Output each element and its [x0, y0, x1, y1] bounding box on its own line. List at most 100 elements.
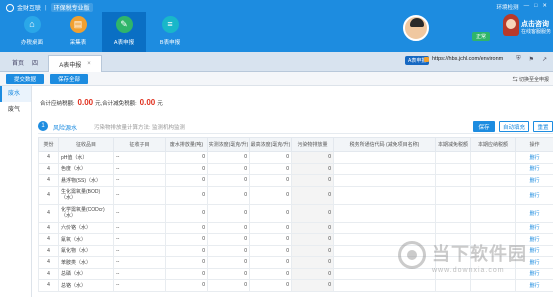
max-conc-cell[interactable]: 0 [249, 203, 292, 223]
reduction-code-cell[interactable] [333, 221, 436, 234]
sub-item-cell[interactable]: -- [113, 162, 166, 175]
delete-row-link[interactable]: 删行 [515, 185, 553, 205]
measured-conc-cell[interactable]: 0 [207, 279, 250, 292]
delete-row-link[interactable]: 删行 [515, 151, 553, 164]
auto-fill-button[interactable]: 自动填充 [499, 121, 529, 132]
type-cell: 4 [38, 162, 59, 175]
reduction-code-cell[interactable] [333, 162, 436, 175]
reduction-code-cell[interactable] [333, 151, 436, 164]
measured-conc-cell[interactable]: 0 [207, 162, 250, 175]
shield-icon[interactable]: ⛨ [516, 56, 521, 63]
nav-icon: ▤ [69, 16, 87, 33]
discharge-cell[interactable]: 0 [165, 162, 208, 175]
submit-data-button[interactable]: 提交数据 [6, 74, 44, 84]
max-conc-cell[interactable]: 0 [249, 221, 292, 234]
max-conc-cell[interactable]: 0 [249, 174, 292, 187]
sidebar-item-1[interactable]: 废气 [0, 102, 31, 118]
max-conc-cell[interactable]: 0 [249, 267, 292, 280]
sub-item-cell[interactable]: -- [113, 203, 166, 223]
delete-row-link[interactable]: 删行 [515, 221, 553, 234]
discharge-cell[interactable]: 0 [165, 267, 208, 280]
tab-close-icon[interactable]: × [87, 61, 91, 67]
edition-label: 环保税专业版 [50, 3, 93, 12]
discharge-cell[interactable]: 0 [165, 151, 208, 164]
max-conc-cell[interactable]: 0 [249, 279, 292, 292]
discharge-cell[interactable]: 0 [165, 221, 208, 234]
payable-amount-cell [470, 203, 516, 223]
max-conc-cell[interactable]: 0 [249, 256, 292, 269]
sub-item-cell[interactable]: -- [113, 267, 166, 280]
measured-conc-cell[interactable]: 0 [207, 267, 250, 280]
reduction-code-cell[interactable] [333, 203, 436, 223]
max-conc-cell[interactable]: 0 [249, 185, 292, 205]
reset-button[interactable]: 重置 [533, 121, 553, 132]
save-all-button[interactable]: 保存全部 [50, 74, 88, 84]
payable-amount-cell [470, 174, 516, 187]
close-icon[interactable]: ✕ [542, 3, 547, 11]
minimize-icon[interactable]: — [524, 3, 530, 11]
help-link[interactable]: 环境检测 [497, 3, 519, 11]
measured-conc-cell[interactable]: 0 [207, 174, 250, 187]
sub-item-cell[interactable]: -- [113, 279, 166, 292]
sidebar-item-0[interactable]: 废水 [0, 86, 31, 102]
sub-item-cell[interactable]: -- [113, 185, 166, 205]
sub-item-cell[interactable]: -- [113, 174, 166, 187]
flag-icon[interactable]: ⚑ [529, 56, 534, 63]
pollutant-amount-cell: 0 [291, 203, 334, 223]
nav-item-1[interactable]: ▤ 采集表 [56, 12, 100, 52]
sub-item-cell[interactable]: -- [113, 221, 166, 234]
measured-conc-cell[interactable]: 0 [207, 256, 250, 269]
max-conc-cell[interactable]: 0 [249, 151, 292, 164]
measured-conc-cell[interactable]: 0 [207, 203, 250, 223]
delete-row-link[interactable]: 删行 [515, 174, 553, 187]
column-header: 类份 [38, 137, 59, 152]
discharge-cell[interactable]: 0 [165, 203, 208, 223]
reduction-code-cell[interactable] [333, 174, 436, 187]
max-conc-cell[interactable]: 0 [249, 233, 292, 246]
reduction-label: 合计减免税额: [102, 101, 137, 107]
column-header: 废水排放量(吨) [165, 137, 208, 152]
measured-conc-cell[interactable]: 0 [207, 244, 250, 257]
pollutant-amount-cell: 0 [291, 279, 334, 292]
url-text[interactable]: https://hbs.jchl.com/environm [432, 56, 503, 62]
customer-service-banner[interactable]: 点击咨询 在线客服服务 [500, 13, 553, 52]
sub-item-cell[interactable]: -- [113, 233, 166, 246]
tab-prev[interactable]: 四 [32, 58, 38, 67]
nav-item-2[interactable]: ✎ A表申报 [102, 12, 146, 52]
sub-item-cell[interactable]: -- [113, 244, 166, 257]
nav-item-3[interactable]: ≡ B表申报 [148, 12, 192, 52]
maximize-icon[interactable]: □ [534, 3, 537, 11]
type-cell: 4 [38, 279, 59, 292]
discharge-cell[interactable]: 0 [165, 174, 208, 187]
tab-a-declaration[interactable]: A表申报 × [48, 55, 102, 72]
table-row: 4 色度（水） -- 0 0 0 0 删行 [38, 162, 553, 175]
sub-item-cell[interactable]: -- [113, 151, 166, 164]
discharge-cell[interactable]: 0 [165, 185, 208, 205]
measured-conc-cell[interactable]: 0 [207, 221, 250, 234]
delete-row-link[interactable]: 删行 [515, 162, 553, 175]
measured-conc-cell[interactable]: 0 [207, 233, 250, 246]
discharge-cell[interactable]: 0 [165, 256, 208, 269]
payable-amount-cell [470, 151, 516, 164]
type-cell: 4 [38, 267, 59, 280]
browser-icons: ⛨ ⚑ ↗ [516, 56, 547, 63]
reduction-code-cell[interactable] [333, 185, 436, 205]
switch-mode-link[interactable]: ⇆ 切换至全申报 [513, 76, 549, 83]
discharge-cell[interactable]: 0 [165, 244, 208, 257]
share-icon[interactable]: ↗ [542, 56, 547, 63]
measured-conc-cell[interactable]: 0 [207, 185, 250, 205]
discharge-cell[interactable]: 0 [165, 233, 208, 246]
max-conc-cell[interactable]: 0 [249, 162, 292, 175]
measured-conc-cell[interactable]: 0 [207, 151, 250, 164]
type-cell: 4 [38, 174, 59, 187]
pollutant-amount-cell: 0 [291, 244, 334, 257]
sub-item-cell[interactable]: -- [113, 256, 166, 269]
delete-row-link[interactable]: 删行 [515, 203, 553, 223]
save-button[interactable]: 保存 [473, 121, 495, 132]
nav-item-0[interactable]: ⌂ 办税桌面 [10, 12, 54, 52]
max-conc-cell[interactable]: 0 [249, 244, 292, 257]
discharge-cell[interactable]: 0 [165, 279, 208, 292]
tab-home[interactable]: 首页 [12, 58, 24, 67]
reduction-amount-cell [435, 221, 471, 234]
user-avatar[interactable] [403, 15, 429, 41]
